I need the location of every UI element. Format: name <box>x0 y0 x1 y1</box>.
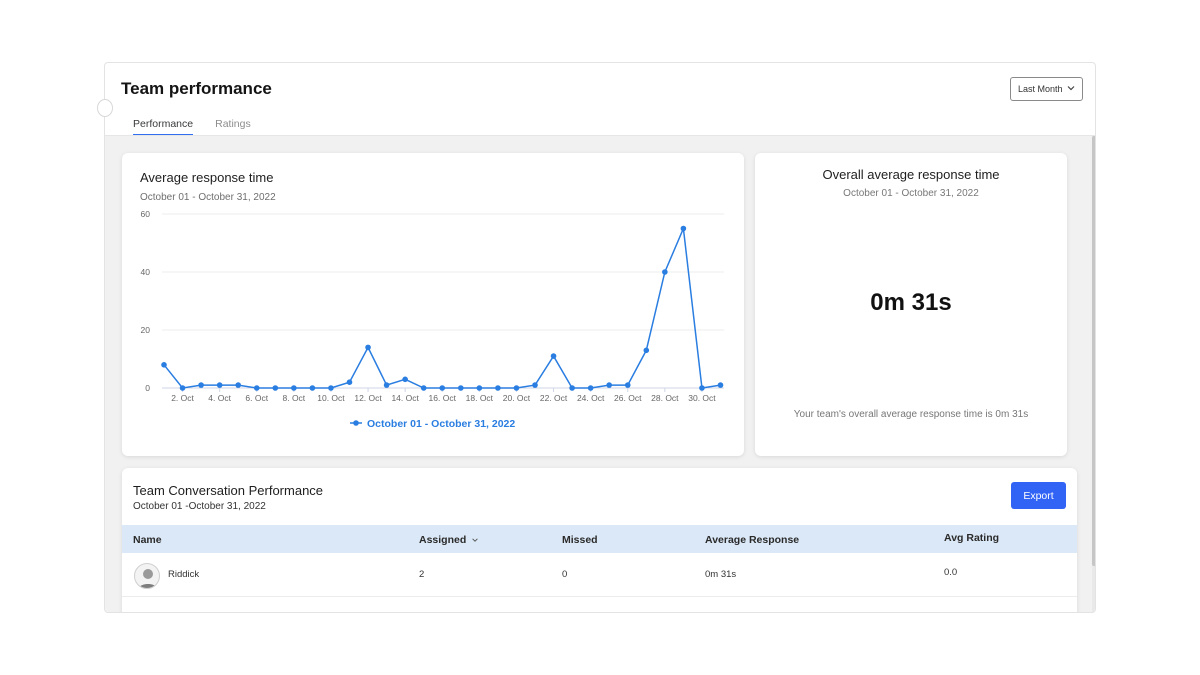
x-tick-label: 14. Oct <box>391 393 419 403</box>
data-point <box>420 385 427 391</box>
team-performance-window: Team performance Last Month Performance … <box>104 62 1096 613</box>
data-point <box>365 344 371 351</box>
table-row[interactable]: Riddick 2 0 0m 31s 0.0 <box>122 553 1077 597</box>
avg-response-title: Average response time <box>140 170 274 185</box>
data-point <box>291 385 297 391</box>
data-point <box>587 385 594 391</box>
data-point <box>662 269 668 275</box>
sort-chevron-icon <box>472 538 478 543</box>
x-tick-label: 12. Oct <box>354 393 382 403</box>
row-name[interactable]: Riddick <box>168 569 199 580</box>
tab-performance[interactable]: Performance <box>133 118 194 136</box>
data-point <box>235 382 241 388</box>
x-tick-label: 22. Oct <box>540 393 568 403</box>
data-point <box>439 385 446 391</box>
data-point <box>550 353 557 359</box>
avatar <box>134 563 160 589</box>
column-header-assigned-label: Assigned <box>419 534 467 546</box>
row-assigned: 2 <box>419 569 425 580</box>
data-point <box>179 385 186 391</box>
chevron-down-icon <box>1067 86 1075 91</box>
row-average-response: 0m 31s <box>705 569 737 580</box>
data-point <box>680 225 687 232</box>
row-missed: 0 <box>562 569 568 580</box>
row-avg-rating: 0.0 <box>944 567 958 578</box>
x-tick-label: 28. Oct <box>651 393 679 403</box>
x-tick-label: 4. Oct <box>208 393 231 403</box>
data-point <box>495 385 501 391</box>
y-tick-label: 60 <box>141 209 151 219</box>
overall-note: Your team's overall average response tim… <box>793 409 1029 420</box>
data-point <box>513 385 520 391</box>
scrollbar[interactable] <box>1092 136 1095 612</box>
x-tick-label: 10. Oct <box>317 393 345 403</box>
series-line <box>163 225 721 389</box>
overall-date-range: October 01 - October 31, 2022 <box>843 188 979 199</box>
data-point <box>346 379 353 385</box>
data-point <box>458 385 464 391</box>
page-title: Team performance <box>121 79 272 98</box>
data-point <box>569 385 575 391</box>
data-point <box>717 382 724 388</box>
x-tick-label: 18. Oct <box>466 393 494 403</box>
column-header-average-response[interactable]: Average Response <box>705 534 799 546</box>
team-conversation-card: Team Conversation Performance October 01… <box>122 468 1077 612</box>
x-tick-label: 24. Oct <box>577 393 605 403</box>
data-point <box>161 362 167 368</box>
x-tick-label: 2. Oct <box>171 393 194 403</box>
data-point <box>606 382 612 388</box>
x-tick-label: 30. Oct <box>688 393 716 403</box>
data-point <box>532 382 538 388</box>
data-point <box>309 385 316 391</box>
column-header-name[interactable]: Name <box>133 534 162 546</box>
y-tick-label: 40 <box>141 267 151 277</box>
avg-response-date-range: October 01 - October 31, 2022 <box>140 192 276 203</box>
data-point <box>272 385 279 391</box>
column-header-avg-rating[interactable]: Avg Rating <box>944 532 999 544</box>
x-tick-label: 8. Oct <box>283 393 306 403</box>
user-avatar-icon <box>138 569 158 588</box>
data-point <box>383 382 390 388</box>
tab-ratings[interactable]: Ratings <box>215 118 251 136</box>
data-point <box>253 385 260 391</box>
overall-response-card: Overall average response time October 01… <box>755 153 1067 456</box>
legend-label: October 01 - October 31, 2022 <box>367 418 515 430</box>
sidebar-collapse-handle[interactable] <box>97 99 113 117</box>
column-header-missed[interactable]: Missed <box>562 534 598 546</box>
data-point <box>198 382 204 388</box>
x-tick-label: 16. Oct <box>429 393 457 403</box>
avg-response-card: 0 20 40 60 2. Oct 4. Oct 6. Oct 8. Oct 10. Oct 12… <box>122 153 744 456</box>
data-point <box>699 385 705 391</box>
date-range-value: Last Month <box>1018 84 1063 94</box>
y-tick-label: 20 <box>141 325 151 335</box>
team-table-title: Team Conversation Performance <box>133 483 324 498</box>
x-tick-label: 20. Oct <box>503 393 531 403</box>
scrollbar-thumb[interactable] <box>1092 136 1095 566</box>
overall-title: Overall average response time <box>822 167 1000 182</box>
legend-marker <box>353 420 359 426</box>
data-point <box>216 382 223 388</box>
data-point <box>624 382 631 388</box>
content-area: 0 20 40 60 2. Oct 4. Oct 6. Oct 8. Oct 10. Oct 12… <box>105 135 1095 612</box>
export-button[interactable]: Export <box>1011 482 1066 509</box>
y-tick-label: 0 <box>145 383 150 393</box>
x-tick-label: 6. Oct <box>245 393 268 403</box>
date-range-select[interactable]: Last Month <box>1010 77 1083 101</box>
x-tick-label: 26. Oct <box>614 393 642 403</box>
tab-bar: Performance Ratings <box>133 118 251 136</box>
data-point <box>328 385 334 391</box>
table-header: Name Assigned Missed Average Response Av… <box>122 525 1077 553</box>
data-point <box>476 385 483 391</box>
team-table-date-range: October 01 -October 31, 2022 <box>133 501 266 512</box>
overall-value: 0m 31s <box>870 289 952 316</box>
data-point <box>643 347 650 354</box>
data-point <box>402 376 408 383</box>
column-header-assigned[interactable]: Assigned <box>419 534 479 546</box>
